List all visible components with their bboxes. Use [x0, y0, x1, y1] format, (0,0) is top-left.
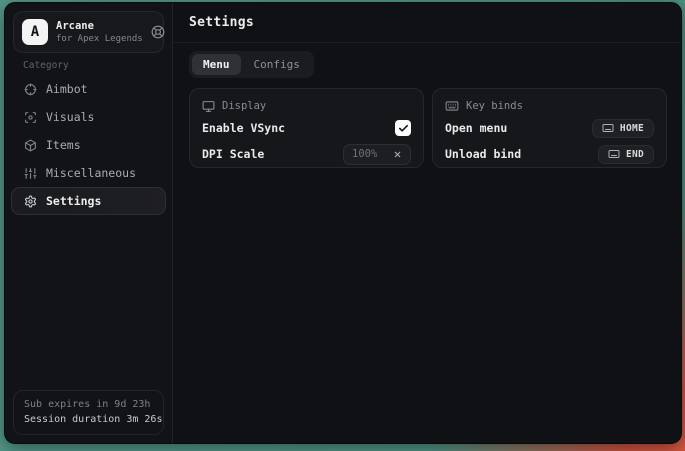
tab-menu[interactable]: Menu [192, 54, 241, 75]
subscription-info-card: Sub expires in 9d 23h Session duration 3… [13, 390, 164, 435]
sidebar-item-label: Visuals [46, 110, 94, 124]
app-subtitle: for Apex Legends [56, 33, 143, 45]
display-card-title: Display [222, 100, 266, 112]
session-duration-text: Session duration 3m 26s [24, 412, 153, 427]
open-menu-row: Open menu HOME [445, 116, 654, 140]
open-menu-key-label: HOME [620, 123, 644, 134]
sidebar-item-miscellaneous[interactable]: Miscellaneous [11, 159, 166, 187]
keybinds-card-title: Key binds [466, 100, 523, 112]
display-card: Display Enable VSync DPI Scale [189, 88, 424, 168]
app-window: A Arcane for Apex Legends Category [4, 2, 682, 444]
scan-eye-icon [24, 111, 37, 124]
lifebuoy-icon[interactable] [151, 25, 165, 39]
unload-bind-row: Unload bind END [445, 142, 654, 166]
sidebar-item-label: Miscellaneous [46, 166, 136, 180]
vsync-label: Enable VSync [202, 121, 285, 135]
dpi-label: DPI Scale [202, 147, 264, 161]
page-title: Settings [189, 15, 254, 30]
main-content: Settings Menu Configs Display Enable VSy [173, 3, 682, 443]
keyboard-icon [602, 122, 614, 134]
check-icon [398, 123, 409, 134]
tab-configs[interactable]: Configs [243, 54, 311, 75]
sidebar-item-label: Items [46, 138, 81, 152]
sidebar-item-visuals[interactable]: Visuals [11, 103, 166, 131]
dpi-scale-input[interactable] [352, 148, 386, 160]
app-logo: A [22, 19, 48, 45]
clear-icon[interactable] [393, 150, 402, 159]
package-icon [24, 139, 37, 152]
sidebar-header-card: A Arcane for Apex Legends [13, 11, 164, 53]
dpi-row: DPI Scale [202, 142, 411, 166]
sidebar: A Arcane for Apex Legends Category [5, 3, 173, 443]
display-card-header: Display [202, 98, 411, 114]
keybinds-card: Key binds Open menu HOME Unload bin [432, 88, 667, 168]
vsync-checkbox[interactable] [395, 120, 411, 136]
unload-keybind-button[interactable]: END [598, 145, 654, 164]
app-identity: Arcane for Apex Legends [56, 20, 143, 45]
vsync-row: Enable VSync [202, 116, 411, 140]
sidebar-nav: Aimbot Visuals Items [11, 75, 166, 215]
sidebar-item-aimbot[interactable]: Aimbot [11, 75, 166, 103]
sidebar-item-label: Aimbot [46, 82, 88, 96]
gear-icon [24, 195, 37, 208]
sliders-icon [24, 167, 37, 180]
app-name: Arcane [56, 20, 143, 33]
settings-cards: Display Enable VSync DPI Scale [189, 88, 667, 168]
sidebar-item-label: Settings [46, 194, 101, 208]
unload-bind-label: Unload bind [445, 147, 521, 161]
sub-expires-text: Sub expires in 9d 23h [24, 397, 153, 412]
unload-key-label: END [626, 149, 644, 160]
category-label: Category [23, 60, 69, 71]
keyboard-icon [445, 99, 459, 113]
sidebar-item-items[interactable]: Items [11, 131, 166, 159]
dpi-scale-field [343, 144, 411, 165]
monitor-icon [202, 100, 215, 113]
open-menu-keybind-button[interactable]: HOME [592, 119, 654, 138]
keyboard-icon [608, 148, 620, 160]
open-menu-label: Open menu [445, 121, 507, 135]
crosshair-icon [24, 83, 37, 96]
sidebar-item-settings[interactable]: Settings [11, 187, 166, 215]
keybinds-card-header: Key binds [445, 98, 654, 114]
main-header: Settings [173, 3, 682, 43]
settings-tab-bar: Menu Configs [189, 51, 314, 78]
